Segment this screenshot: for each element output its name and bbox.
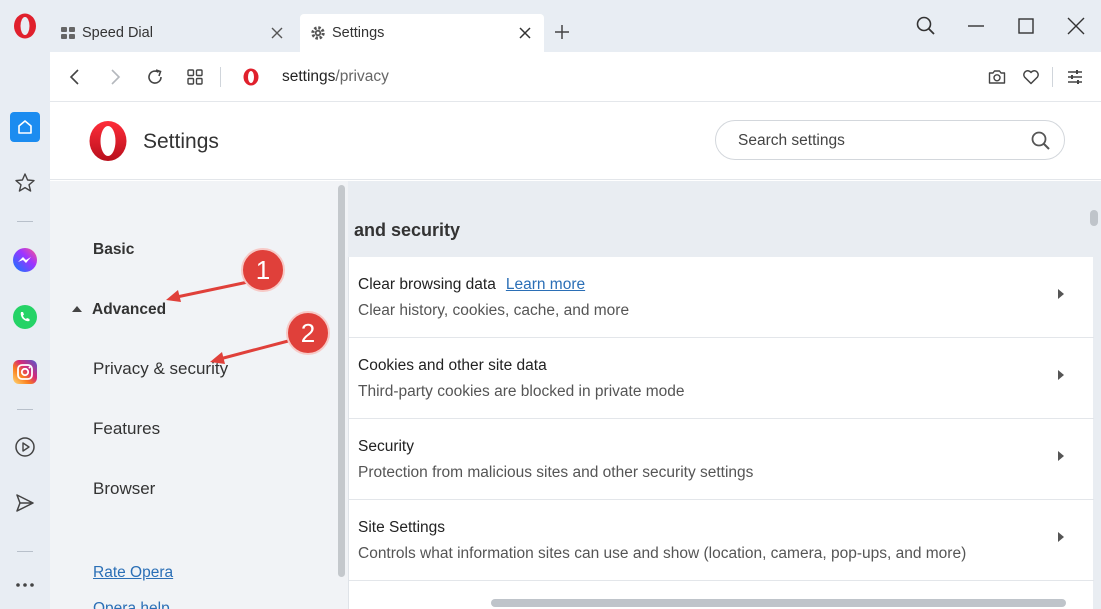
row-title: Clear browsing data bbox=[358, 276, 496, 293]
player-icon[interactable] bbox=[10, 432, 40, 462]
opera-sidebar bbox=[0, 0, 50, 609]
address-bar: settings/privacy bbox=[50, 52, 1101, 102]
collapse-triangle-icon bbox=[72, 306, 82, 312]
minimize-icon[interactable] bbox=[964, 14, 988, 38]
camera-snapshot-icon[interactable] bbox=[986, 66, 1008, 88]
search-input[interactable] bbox=[738, 131, 1018, 151]
tab-speed-dial[interactable]: Speed Dial bbox=[50, 14, 296, 52]
more-options-icon[interactable] bbox=[10, 570, 40, 600]
settings-nav: Basic Advanced Privacy & security Featur… bbox=[50, 181, 348, 609]
row-title: Cookies and other site data bbox=[358, 357, 547, 374]
privacy-card: Clear browsing data Learn more Clear hist… bbox=[348, 257, 1094, 609]
nav-features[interactable]: Features bbox=[93, 419, 160, 439]
horizontal-scrollbar[interactable] bbox=[491, 599, 1066, 607]
instagram-icon[interactable] bbox=[10, 357, 40, 387]
easy-setup-sliders-icon[interactable] bbox=[1064, 66, 1086, 88]
nav-browser[interactable]: Browser bbox=[93, 479, 155, 499]
heart-icon[interactable] bbox=[1020, 66, 1042, 88]
send-icon[interactable] bbox=[10, 488, 40, 518]
reload-icon[interactable] bbox=[144, 66, 166, 88]
row-subtitle: Clear history, cookies, cache, and more bbox=[358, 302, 630, 319]
close-tab-icon[interactable] bbox=[268, 24, 286, 42]
row-clear-browsing-data[interactable]: Clear browsing data Learn more Clear hist… bbox=[349, 257, 1094, 338]
row-site-settings[interactable]: Site Settings Controls what information … bbox=[349, 500, 1094, 581]
rate-opera-link[interactable]: Rate Opera bbox=[93, 564, 173, 582]
row-cookies[interactable]: Cookies and other site data Third-party … bbox=[349, 338, 1094, 419]
speed-dial-icon bbox=[60, 25, 76, 41]
nav-advanced-label: Advanced bbox=[92, 301, 167, 318]
home-icon[interactable] bbox=[10, 112, 40, 142]
url-host: settings bbox=[282, 68, 336, 85]
nav-scrollbar[interactable] bbox=[338, 185, 345, 577]
opera-help-link[interactable]: Opera help bbox=[93, 600, 170, 609]
settings-content: and security Clear browsing data Learn mo… bbox=[348, 181, 1101, 609]
row-subtitle: Third-party cookies are blocked in priva… bbox=[358, 383, 685, 400]
forward-arrow-icon[interactable] bbox=[104, 66, 126, 88]
learn-more-link[interactable]: Learn more bbox=[506, 276, 585, 293]
messenger-icon[interactable] bbox=[10, 245, 40, 275]
tab-settings[interactable]: Settings bbox=[300, 14, 544, 52]
opera-page-icon bbox=[240, 66, 262, 88]
url-text[interactable]: settings/privacy bbox=[282, 68, 389, 86]
close-window-icon[interactable] bbox=[1064, 14, 1088, 38]
gear-icon bbox=[310, 25, 326, 41]
search-tabs-icon[interactable] bbox=[914, 14, 938, 38]
tab-label: Speed Dial bbox=[82, 25, 153, 41]
browser-window: Speed Dial Settings settings/privacy Set… bbox=[0, 0, 1101, 609]
opera-logo-icon bbox=[88, 120, 128, 162]
row-title: Site Settings bbox=[358, 519, 446, 536]
maximize-icon[interactable] bbox=[1014, 14, 1038, 38]
row-security[interactable]: Security Protection from malicious sites… bbox=[349, 419, 1094, 500]
search-settings-box[interactable] bbox=[715, 120, 1065, 160]
chevron-right-icon bbox=[1058, 289, 1064, 299]
tab-grid-icon[interactable] bbox=[184, 66, 206, 88]
chevron-right-icon bbox=[1058, 370, 1064, 380]
bookmarks-star-icon[interactable] bbox=[10, 168, 40, 198]
chevron-right-icon bbox=[1058, 451, 1064, 461]
row-title: Security bbox=[358, 438, 414, 455]
tab-label: Settings bbox=[332, 25, 385, 41]
new-tab-plus-icon[interactable] bbox=[553, 23, 571, 41]
row-subtitle: Protection from malicious sites and othe… bbox=[358, 464, 754, 481]
tab-strip: Speed Dial Settings bbox=[50, 0, 1101, 52]
search-icon[interactable] bbox=[1030, 130, 1052, 152]
opera-menu-icon[interactable] bbox=[10, 11, 40, 41]
content-scrollbar[interactable] bbox=[1090, 210, 1098, 226]
section-title: and security bbox=[354, 220, 461, 240]
whatsapp-icon[interactable] bbox=[10, 302, 40, 332]
nav-basic[interactable]: Basic bbox=[93, 241, 134, 259]
settings-page: Settings Basic Advanced Privacy & securi… bbox=[50, 102, 1101, 609]
settings-header: Settings bbox=[50, 102, 1101, 180]
nav-privacy-security[interactable]: Privacy & security bbox=[93, 359, 228, 379]
page-title: Settings bbox=[143, 130, 219, 153]
close-tab-icon[interactable] bbox=[516, 24, 534, 42]
back-arrow-icon[interactable] bbox=[64, 66, 86, 88]
url-path: /privacy bbox=[335, 68, 389, 85]
chevron-right-icon bbox=[1058, 532, 1064, 542]
row-subtitle: Controls what information sites can use … bbox=[358, 545, 967, 562]
nav-advanced[interactable]: Advanced bbox=[72, 301, 166, 319]
